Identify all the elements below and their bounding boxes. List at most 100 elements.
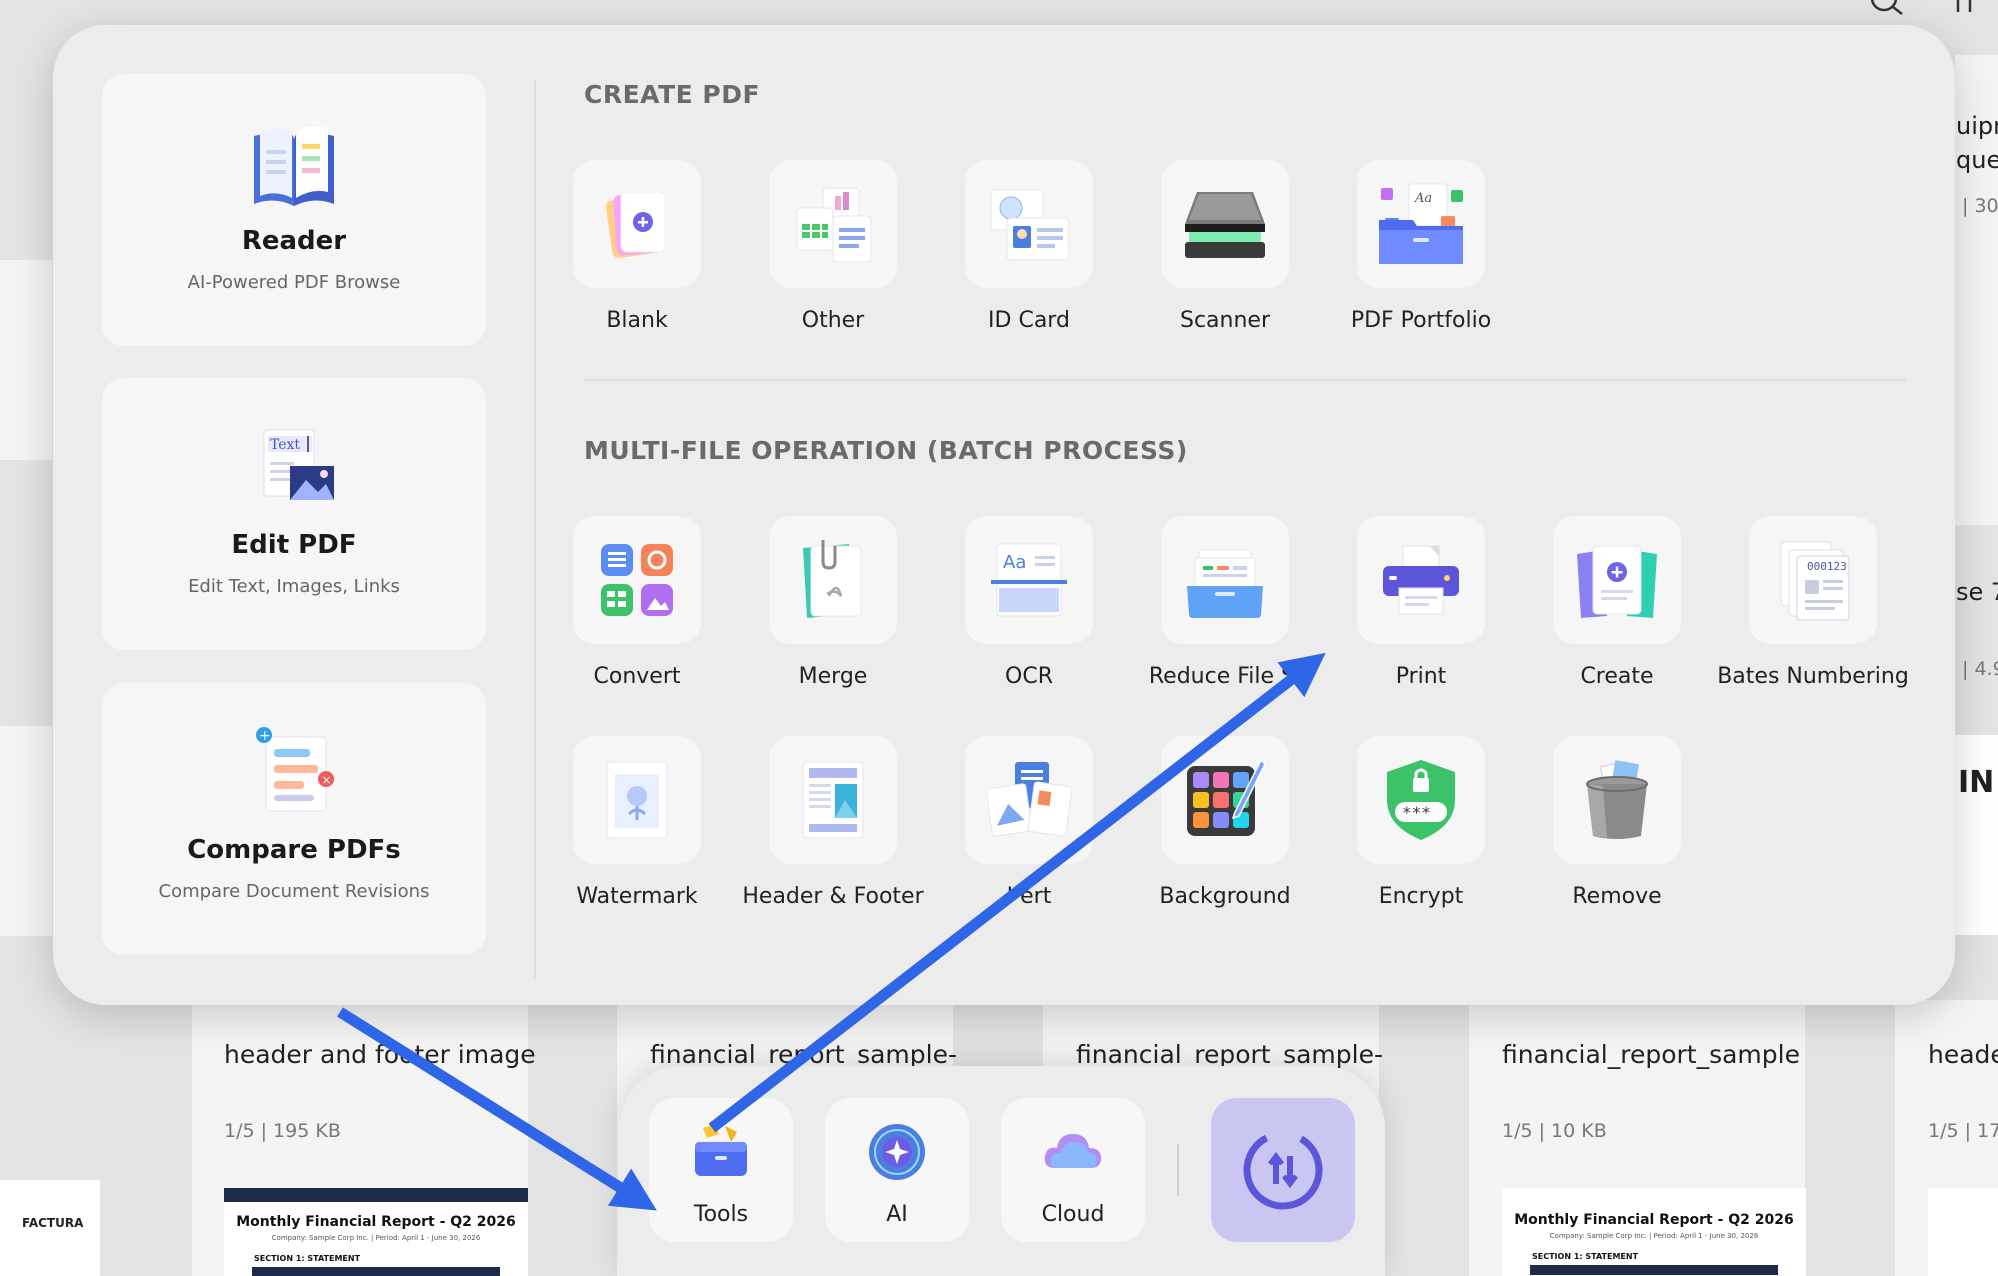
tool-tile[interactable]: Aa [965, 516, 1093, 644]
compare-icon: + × [256, 727, 334, 812]
ocr-icon: Aa [991, 543, 1067, 617]
bottom-dock: Tools AI Cloud [619, 1066, 1385, 1276]
encrypt-shield-icon: *** [1387, 760, 1455, 840]
cloud-button[interactable]: Cloud [1001, 1098, 1145, 1242]
tool-tile[interactable] [573, 160, 701, 288]
file-meta: 1/5 | 195 KB [224, 1120, 341, 1142]
edit-pdf-card-desc: Edit Text, Images, Links [188, 576, 400, 597]
tool-blank[interactable]: Blank [539, 160, 735, 333]
tools-popover: Reader AI-Powered PDF Browse Text Edit P… [53, 25, 1955, 1005]
tool-tile[interactable] [1553, 516, 1681, 644]
tool-tile[interactable] [573, 516, 701, 644]
tool-reduce-file-size[interactable]: Reduce File Si [1127, 516, 1323, 689]
reader-card-title: Reader [241, 226, 347, 256]
thumb-table-header [252, 1267, 500, 1276]
tool-tile[interactable] [769, 160, 897, 288]
portfolio-icon: Aa [1379, 183, 1463, 264]
tool-label: Header & Footer [742, 884, 924, 909]
thumb-table-header [1530, 1265, 1778, 1275]
tools-button-label: Tools [693, 1202, 749, 1227]
file-meta-fragment: | 30 [1962, 195, 1998, 217]
file-thumbnail: Monthly Financial Report - Q2 2026 Compa… [224, 1188, 528, 1276]
tool-merge[interactable]: Merge [735, 516, 931, 689]
reader-card[interactable]: Reader AI-Powered PDF Browse [102, 74, 486, 346]
tool-tile[interactable] [965, 160, 1093, 288]
tool-label: OCR [1005, 664, 1053, 689]
tool-label: Create [1580, 664, 1654, 689]
tool-tile[interactable] [965, 736, 1093, 864]
tool-background[interactable]: Background [1127, 736, 1323, 909]
tool-tile[interactable] [1161, 160, 1289, 288]
edit-pdf-card-title: Edit PDF [231, 530, 357, 560]
svg-text:×: × [322, 773, 332, 787]
tool-label: Merge [798, 664, 868, 689]
tool-label: Remove [1572, 884, 1662, 909]
file-card-partial[interactable] [0, 260, 52, 460]
reader-card-desc: AI-Powered PDF Browse [187, 272, 401, 293]
tool-create[interactable]: Create [1519, 516, 1715, 689]
background-icon [1187, 758, 1266, 836]
thumb-title: Monthly Financial Report - Q2 2026 [236, 1214, 516, 1230]
tool-insert[interactable]: I ert [931, 736, 1127, 909]
search-icon[interactable] [1866, 0, 1906, 18]
tool-tile[interactable] [1553, 736, 1681, 864]
tool-label: PDF Portfolio [1350, 308, 1492, 333]
tool-other[interactable]: Other [735, 160, 931, 333]
sync-button[interactable] [1211, 1098, 1355, 1242]
tool-remove[interactable]: Remove [1519, 736, 1715, 909]
tool-watermark[interactable]: Watermark [539, 736, 735, 909]
blank-page-icon [605, 191, 666, 259]
tool-tile[interactable] [1161, 736, 1289, 864]
vertical-divider [534, 80, 536, 978]
tool-tile[interactable] [769, 736, 897, 864]
tool-pdf-portfolio[interactable]: Aa PDF Portfolio [1323, 160, 1519, 333]
tool-tile[interactable] [769, 516, 897, 644]
tool-bates-numbering[interactable]: 000123 Bates Numbering [1715, 516, 1911, 689]
compare-pdfs-card-title: Compare PDFs [187, 835, 401, 865]
trash-icon [1586, 760, 1648, 839]
sync-arrows-icon [1243, 1130, 1323, 1210]
tool-tile[interactable] [1161, 516, 1289, 644]
file-card-partial[interactable] [0, 726, 52, 936]
tool-print[interactable]: Print [1323, 516, 1519, 689]
file-meta: 1/5 | 10 KB [1502, 1120, 1607, 1142]
cloud-button-label: Cloud [1041, 1202, 1105, 1227]
thumb-header-bar [224, 1188, 528, 1202]
file-title-fragment: se 7. [1956, 578, 1998, 606]
ai-button[interactable]: AI [825, 1098, 969, 1242]
file-title-fragment: que [1956, 146, 1998, 174]
header-footer-icon [802, 761, 864, 839]
cloud-icon [1044, 1134, 1101, 1168]
thumb-section: SECTION 1: STATEMENT [254, 1254, 361, 1263]
tool-convert[interactable]: Convert [539, 516, 735, 689]
edit-pdf-card[interactable]: Text Edit PDF Edit Text, Images, Links [102, 378, 486, 650]
file-title: header [1928, 1040, 1998, 1069]
tools-icon [695, 1124, 747, 1176]
svg-text:***: *** [1402, 803, 1431, 822]
tool-tile[interactable]: *** [1357, 736, 1485, 864]
tool-label: Watermark [576, 884, 698, 909]
sort-icon[interactable] [1950, 0, 1980, 14]
thumb-text: FACTURA [22, 1216, 84, 1230]
file-meta-fragment: | 4.9 [1962, 658, 1998, 680]
tool-tile[interactable]: Aa [1357, 160, 1485, 288]
tools-button[interactable]: Tools [649, 1098, 793, 1242]
insert-icon [985, 762, 1073, 837]
tool-label: Blank [606, 308, 668, 333]
tool-tile[interactable]: 000123 [1749, 516, 1877, 644]
tool-tile[interactable] [573, 736, 701, 864]
tool-header-footer[interactable]: Header & Footer [735, 736, 931, 909]
tool-tile[interactable] [1357, 516, 1485, 644]
reduce-file-size-icon [1187, 549, 1263, 618]
ai-button-label: AI [886, 1202, 908, 1227]
section-divider [584, 379, 1906, 381]
tool-id-card[interactable]: ID Card [931, 160, 1127, 333]
tool-encrypt[interactable]: *** Encrypt [1323, 736, 1519, 909]
merge-icon [803, 540, 862, 618]
tool-ocr[interactable]: Aa OCR [931, 516, 1127, 689]
compare-pdfs-card[interactable]: + × Compare PDFs Compare Document Revisi… [102, 683, 486, 955]
printer-icon [1383, 545, 1459, 615]
tool-scanner[interactable]: Scanner [1127, 160, 1323, 333]
tool-label: Other [801, 308, 865, 333]
edit-text-image-icon: Text [263, 429, 334, 500]
